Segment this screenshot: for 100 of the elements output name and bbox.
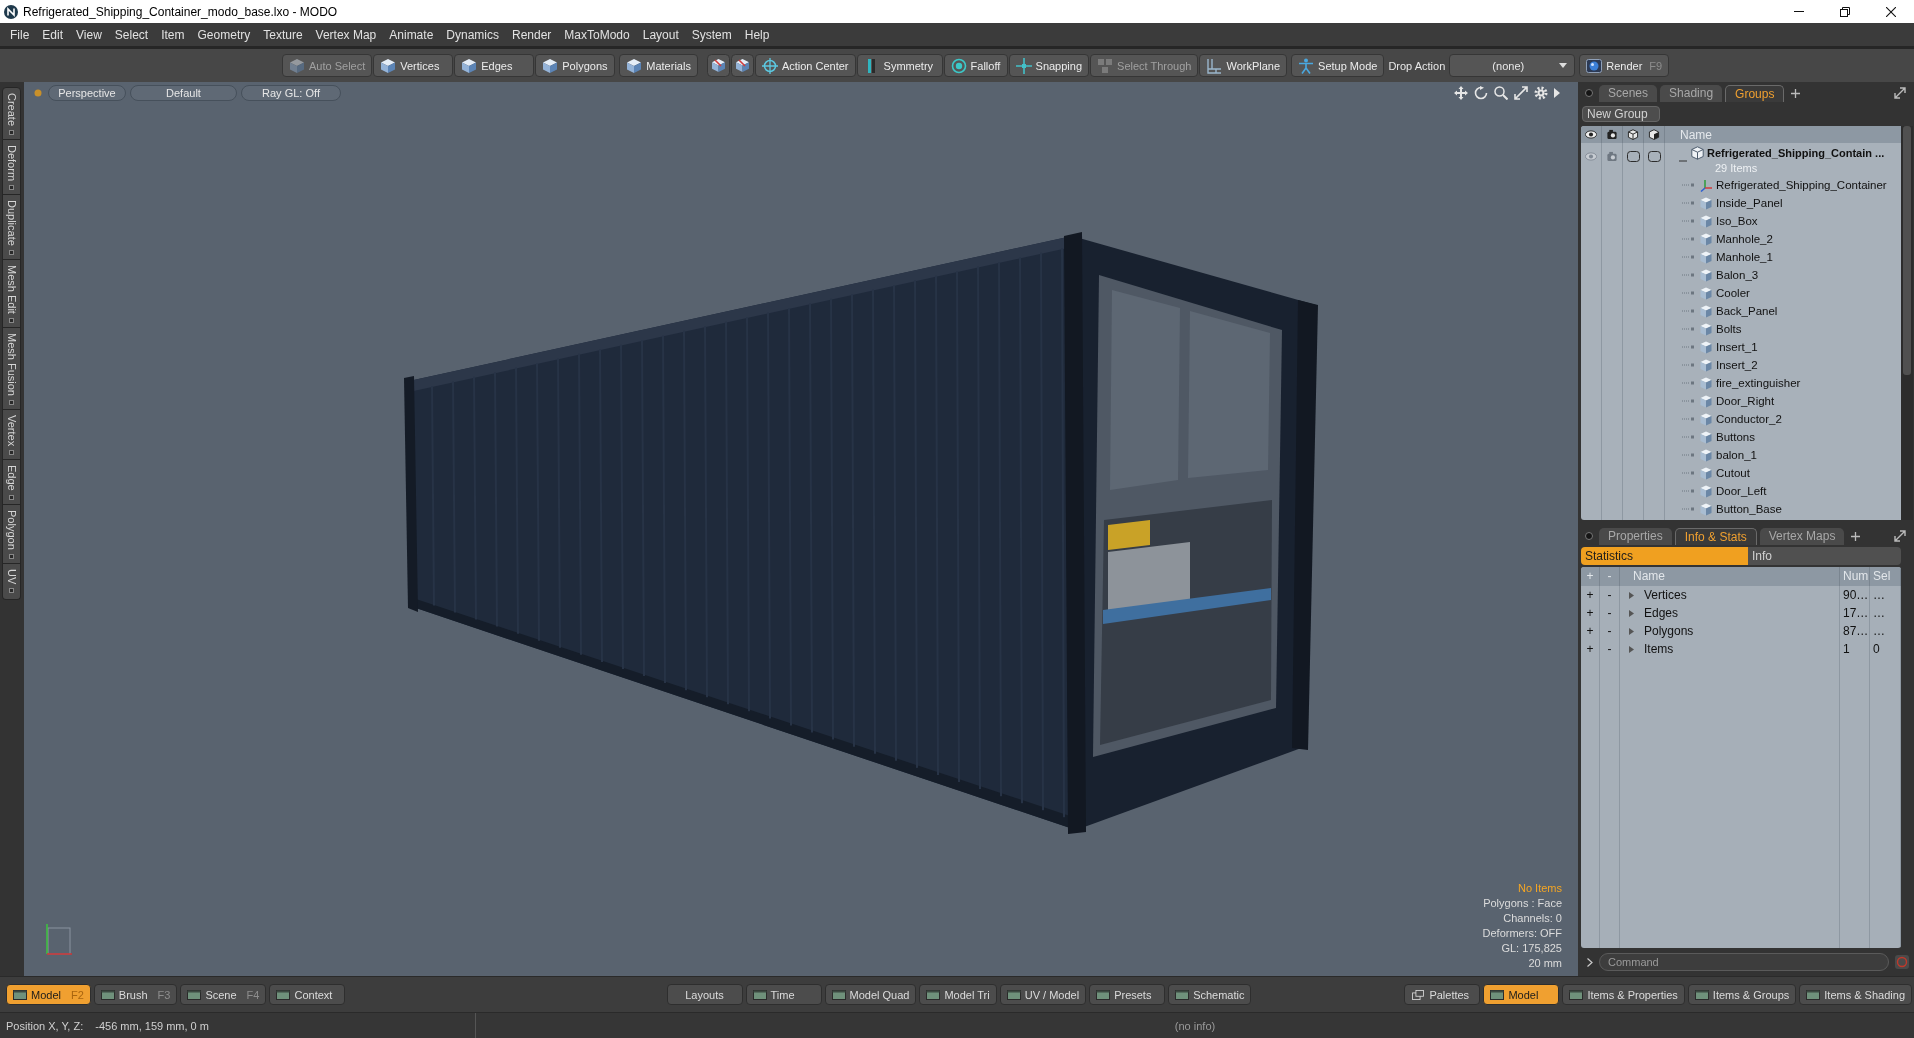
eye-icon[interactable] (1585, 129, 1597, 140)
cube-outline-icon[interactable] (1627, 129, 1639, 140)
new-group-button[interactable]: New Group (1582, 106, 1660, 122)
command-field[interactable]: Command (1599, 953, 1889, 971)
camera-icon[interactable] (1606, 129, 1618, 140)
rotate-icon[interactable] (1474, 86, 1488, 100)
menu-item[interactable]: Vertex Map (315, 27, 377, 42)
settings-icon[interactable] (1534, 86, 1548, 100)
view-option-button[interactable]: Ray GL: Off (241, 85, 341, 101)
toolbar-button[interactable]: Symmetry (856, 54, 943, 77)
layout-tab[interactable]: Context (269, 984, 346, 1005)
expand-arrow-icon[interactable] (1628, 627, 1635, 635)
toolbar-button[interactable]: Action Center (754, 54, 856, 77)
tree-item-label[interactable]: Refrigerated_Shipping_Container (1716, 179, 1887, 191)
menu-item[interactable]: File (10, 27, 30, 42)
layout-tab[interactable]: Palettes (1404, 984, 1481, 1005)
menu-item[interactable]: MaxToModo (564, 27, 630, 42)
expand-icon[interactable] (1894, 87, 1906, 99)
select-remove-toggle[interactable]: - (1600, 586, 1620, 604)
panel-menu-icon[interactable] (1585, 532, 1593, 540)
menu-item[interactable]: Item (161, 27, 185, 42)
tree-item-label[interactable]: Inside_Panel (1716, 197, 1783, 209)
toolbar-button[interactable]: Falloff (943, 54, 1008, 77)
cube-icon[interactable] (1648, 129, 1660, 140)
layout-tab[interactable]: Items & Shading (1799, 984, 1912, 1005)
side-tab[interactable]: Deform (1, 140, 21, 196)
tree-item-label[interactable]: Iso_Box (1716, 215, 1758, 227)
layout-tab[interactable]: Brush F3 (93, 984, 178, 1005)
panel-tab[interactable]: Vertex Maps (1759, 528, 1845, 545)
tree-item-label[interactable]: Button_Base (1716, 503, 1782, 515)
layout-tab[interactable]: Model F2 (6, 984, 91, 1005)
menu-item[interactable]: Render (512, 27, 552, 42)
toggle-box-icon[interactable] (1647, 151, 1661, 162)
layout-tab[interactable]: Schematic (1168, 984, 1252, 1005)
tree-item-label[interactable]: Insert_2 (1716, 359, 1758, 371)
layout-tab[interactable]: Model (1483, 984, 1560, 1005)
tree-item-label[interactable]: Conductor_2 (1716, 413, 1782, 425)
toolbar-button[interactable]: Edges (454, 54, 535, 77)
side-tab[interactable]: Create (1, 87, 21, 141)
tree-item-label[interactable]: Buttons (1716, 431, 1755, 443)
tree-item-label[interactable]: Manhole_1 (1716, 251, 1773, 263)
side-tab[interactable]: Mesh Fusion (1, 327, 21, 410)
menu-item[interactable]: Animate (389, 27, 434, 42)
layout-tab[interactable]: Time (745, 984, 822, 1005)
select-remove-toggle[interactable]: - (1600, 604, 1620, 622)
menu-item[interactable]: Geometry (197, 27, 251, 42)
menu-item[interactable]: Dynamics (446, 27, 499, 42)
toolbar-button[interactable]: Materials (619, 54, 698, 77)
panel-tab[interactable]: Properties (1599, 528, 1672, 545)
tree-item-label[interactable]: Insert_1 (1716, 341, 1758, 353)
tree-item-label[interactable]: balon_1 (1716, 449, 1757, 461)
tree-item-label[interactable]: Cutout (1716, 467, 1750, 479)
expand-icon[interactable] (1894, 530, 1906, 542)
drop-action-dropdown[interactable]: (none) (1449, 54, 1576, 77)
expand-arrow-icon[interactable] (1628, 591, 1635, 599)
menu-item[interactable]: Layout (642, 27, 679, 42)
panel-tab[interactable]: Info & Stats (1674, 528, 1757, 545)
menu-item[interactable]: System (691, 27, 732, 42)
select-remove-toggle[interactable]: - (1600, 640, 1620, 658)
layout-tab[interactable]: Model Quad (824, 984, 917, 1005)
toolbar-button[interactable]: WorkPlane (1199, 54, 1288, 77)
play-icon[interactable] (1554, 88, 1560, 98)
tree-item-label[interactable]: Back_Panel (1716, 305, 1778, 317)
layout-tab[interactable]: Model Tri (919, 984, 997, 1005)
panel-tab[interactable]: Groups (1725, 85, 1785, 102)
side-tab[interactable]: Edge (1, 460, 21, 505)
add-tab-icon[interactable] (1791, 88, 1801, 98)
layout-tab[interactable]: Scene F4 (180, 984, 267, 1005)
select-add-toggle[interactable]: + (1581, 586, 1600, 604)
view-option-button[interactable]: Default (130, 85, 237, 101)
menu-item[interactable]: Edit (42, 27, 64, 42)
tree-item-label[interactable]: Door_Left (1716, 485, 1767, 497)
menu-item[interactable]: Select (114, 27, 149, 42)
tree-item-label[interactable]: Bolts (1716, 323, 1742, 335)
tree-item-label[interactable]: Refrigerated_Shipping_Contain ... (1707, 146, 1885, 161)
toolbar-button[interactable]: Setup Mode (1291, 54, 1385, 77)
menu-item[interactable]: Help (744, 27, 770, 42)
layout-tab[interactable]: Presets (1089, 984, 1166, 1005)
select-add-toggle[interactable]: + (1581, 622, 1600, 640)
expand-arrow-icon[interactable] (1628, 609, 1635, 617)
tree-item-label[interactable]: Manhole_2 (1716, 233, 1773, 245)
layout-tab[interactable]: UV / Model (999, 984, 1087, 1005)
panel-tab[interactable]: Shading (1660, 85, 1723, 102)
side-tab[interactable]: Polygon (1, 504, 21, 564)
restore-icon[interactable] (1840, 6, 1850, 17)
tree-item-label[interactable]: Door_Right (1716, 395, 1775, 407)
toolbar-button[interactable]: Vertices (373, 54, 454, 77)
layout-tab[interactable]: Items & Groups (1687, 984, 1797, 1005)
toolbar-button[interactable]: Render F9 (1579, 54, 1670, 77)
side-tab[interactable]: Mesh Edit (1, 259, 21, 328)
move-icon[interactable] (1454, 86, 1468, 100)
expand-arrow-icon[interactable] (1628, 645, 1635, 653)
toolbar-button[interactable]: Snapping (1008, 54, 1090, 77)
close-icon[interactable] (1886, 6, 1896, 17)
select-remove-toggle[interactable]: - (1600, 622, 1620, 640)
select-add-toggle[interactable]: + (1581, 604, 1600, 622)
panel-menu-icon[interactable] (1585, 89, 1593, 97)
menu-item[interactable]: Texture (263, 27, 303, 42)
zoom-icon[interactable] (1494, 86, 1508, 100)
sub-tab[interactable]: Info (1748, 547, 1901, 565)
